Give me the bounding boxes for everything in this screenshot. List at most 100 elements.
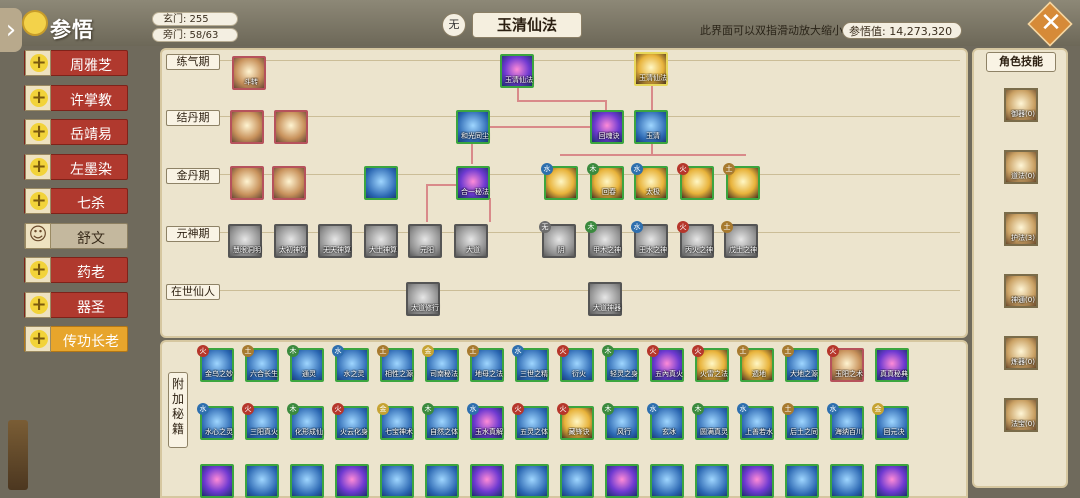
skill-node[interactable]: 合一秘法: [456, 166, 490, 200]
secret-skill-node[interactable]: 火五灵之体: [512, 403, 549, 440]
sidebar-item[interactable]: + 七杀: [24, 188, 128, 214]
skill-node[interactable]: 斗转: [232, 56, 266, 90]
secret-skill-node[interactable]: 水玉水真解: [467, 403, 504, 440]
secret-skill-node[interactable]: 金回元决: [872, 403, 909, 440]
skill-node[interactable]: 玉清仙法: [500, 54, 534, 88]
sidebar-item-label: 左墨染: [70, 161, 112, 178]
secret-skill-node[interactable]: [830, 464, 864, 498]
secret-skill-node[interactable]: 金七宝神术: [377, 403, 414, 440]
secret-skill-node[interactable]: 火金乌之妙: [197, 345, 234, 382]
skill-node[interactable]: [272, 166, 306, 200]
secret-skill-node[interactable]: [380, 464, 414, 498]
skill-node[interactable]: 木回春: [587, 163, 624, 200]
role-skill-node[interactable]: 炼器(0): [1004, 336, 1038, 370]
role-skill-node[interactable]: 御器(0): [1004, 88, 1038, 122]
secret-skill-node[interactable]: [290, 464, 324, 498]
skill-node[interactable]: 玉清仙法: [634, 52, 668, 86]
role-skill-node[interactable]: 神通(0): [1004, 274, 1038, 308]
secret-skill-node[interactable]: 水上善若水: [737, 403, 774, 440]
role-skill-node[interactable]: 法宝(0): [1004, 398, 1038, 432]
sidebar-item[interactable]: + 许掌教: [24, 84, 128, 111]
skill-node[interactable]: [230, 166, 264, 200]
secret-skill-node[interactable]: 土后土之同: [782, 403, 819, 440]
secret-skill-node[interactable]: 木风行: [602, 403, 639, 440]
back-arrow-icon[interactable]: ›: [0, 8, 22, 52]
skill-node[interactable]: 火: [677, 163, 714, 200]
tree-title[interactable]: 玉清仙法: [472, 12, 582, 38]
skill-node[interactable]: 土戊土之神: [721, 221, 758, 258]
secret-skill-node[interactable]: 木圆满真灵: [692, 403, 729, 440]
skill-node[interactable]: 太道修行: [406, 282, 440, 316]
skill-node[interactable]: 大土神算: [364, 224, 398, 258]
sidebar-item[interactable]: + 药老: [24, 257, 128, 283]
secret-skill-node[interactable]: 木轻灵之身: [602, 345, 639, 382]
skill-node[interactable]: 和光同尘: [456, 110, 490, 144]
secret-skill-node[interactable]: 土地母之法: [467, 345, 504, 382]
secret-skill-node[interactable]: 水海纳百川: [827, 403, 864, 440]
skill-node[interactable]: 太初神算: [274, 224, 308, 258]
skill-node[interactable]: 回魂诀: [590, 110, 624, 144]
sidebar-item[interactable]: + 岳靖易: [24, 119, 128, 145]
sidebar-item[interactable]: ☺ 舒文: [24, 222, 128, 249]
secret-skill-node[interactable]: [560, 464, 594, 498]
secret-skill-node[interactable]: 火三阳真火: [242, 403, 279, 440]
secret-skill-node[interactable]: 木自然之体: [422, 403, 459, 440]
secret-skill-node[interactable]: 木通灵: [287, 345, 324, 382]
secret-skill-node[interactable]: 火五內真火: [647, 345, 684, 382]
secret-skill-node[interactable]: 水水心之灵: [197, 403, 234, 440]
skill-node[interactable]: 无阴: [539, 221, 576, 258]
secret-skill-node[interactable]: 土遁地: [737, 345, 774, 382]
role-skill-node[interactable]: 护法(3): [1004, 212, 1038, 246]
secret-skill-node[interactable]: 火藏锋诀: [557, 403, 594, 440]
skill-node[interactable]: 无天神算: [318, 224, 352, 258]
secret-skill-node[interactable]: [245, 464, 279, 498]
skill-node[interactable]: 水王水之神: [631, 221, 668, 258]
secret-skill-node[interactable]: [695, 464, 729, 498]
secret-skill-node[interactable]: [650, 464, 684, 498]
role-skill-node[interactable]: 道法(0): [1004, 150, 1038, 184]
secret-skill-node[interactable]: [785, 464, 819, 498]
skill-node[interactable]: 大道: [454, 224, 488, 258]
sidebar-item[interactable]: + 周雅芝: [24, 50, 128, 76]
skill-node[interactable]: [364, 166, 398, 200]
sidebar-item[interactable]: + 左墨染: [24, 153, 128, 180]
secret-skill-node[interactable]: [740, 464, 774, 498]
close-icon[interactable]: ✕: [1040, 8, 1062, 38]
skill-node[interactable]: 土: [723, 163, 760, 200]
skill-node[interactable]: 木甲木之神: [585, 221, 622, 258]
skill-node[interactable]: 水太极: [631, 163, 668, 200]
skill-node[interactable]: [274, 110, 308, 144]
secret-skill-node[interactable]: 火火雷之法: [692, 345, 729, 382]
secret-skill-node[interactable]: [605, 464, 639, 498]
secret-skill-node[interactable]: 火衍火: [557, 345, 594, 382]
skill-node[interactable]: 大道神器: [588, 282, 622, 316]
secret-skill-node[interactable]: 土六合长生: [242, 345, 279, 382]
skill-node[interactable]: 玉清: [634, 110, 668, 144]
secret-skill-node[interactable]: [515, 464, 549, 498]
secret-skill-node[interactable]: 火玉阳之术: [827, 345, 864, 382]
element-badge[interactable]: 无: [442, 13, 466, 37]
secret-skill-node[interactable]: 土大地之源: [782, 345, 819, 382]
secret-skill-node[interactable]: [335, 464, 369, 498]
secret-skill-node[interactable]: [875, 464, 909, 498]
secret-skill-node[interactable]: 真真秘典: [875, 348, 909, 382]
skill-node[interactable]: 水: [541, 163, 578, 200]
skill-node[interactable]: [230, 110, 264, 144]
secret-skill-node[interactable]: [470, 464, 504, 498]
skill-node[interactable]: 火丙火之神: [677, 221, 714, 258]
secret-skill-node[interactable]: [200, 464, 234, 498]
sidebar-item[interactable]: + 传功长老: [24, 326, 128, 352]
secret-skill-node[interactable]: 木化形成仙: [287, 403, 324, 440]
secret-skill-node[interactable]: [425, 464, 459, 498]
secret-skill-node[interactable]: 金司南秘法: [422, 345, 459, 382]
secret-skill-node[interactable]: 土相性之源: [377, 345, 414, 382]
skill-node[interactable]: 慧眼洞明: [228, 224, 262, 258]
sidebar-item[interactable]: + 器圣: [24, 291, 128, 318]
secret-skill-node[interactable]: 水三世之精: [512, 345, 549, 382]
secret-skill-node[interactable]: 水水之灵: [332, 345, 369, 382]
secret-skill-node[interactable]: 火火云化身: [332, 403, 369, 440]
skill-node[interactable]: 元阳: [408, 224, 442, 258]
secret-skill-label: 衍火: [572, 370, 586, 378]
skill-node-label: 慧眼洞明: [233, 246, 261, 254]
secret-skill-node[interactable]: 水玄冰: [647, 403, 684, 440]
